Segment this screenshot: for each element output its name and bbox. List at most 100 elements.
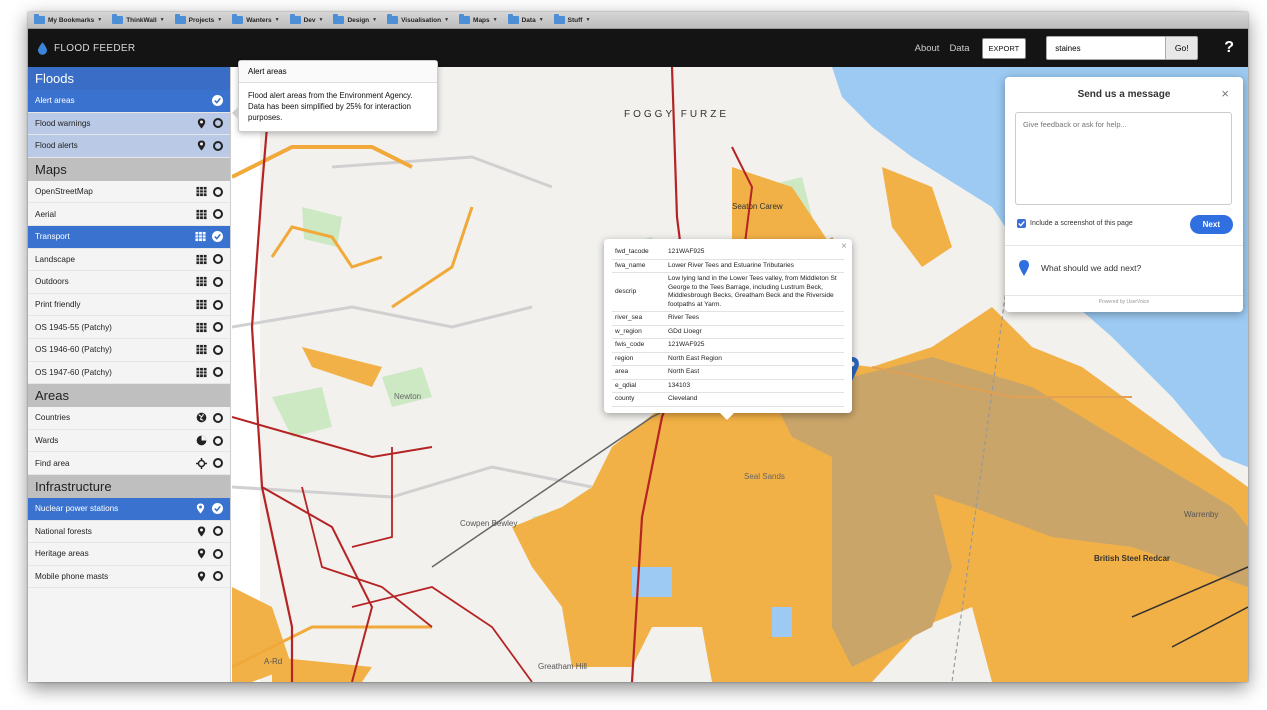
radio-toggle[interactable]	[213, 140, 223, 151]
search-input[interactable]	[1046, 36, 1167, 60]
radio-toggle[interactable]	[213, 299, 223, 310]
bookmark-data[interactable]: Data ▼	[507, 14, 544, 24]
feedback-panel: Send us a message × Include a screenshot…	[1005, 77, 1243, 312]
radio-toggle[interactable]	[213, 322, 223, 333]
radio-toggle[interactable]	[213, 526, 223, 537]
radio-toggle[interactable]	[213, 435, 223, 446]
sidebar-item-mobile-phone-masts[interactable]: Mobile phone masts	[28, 566, 230, 589]
attribute-value: Cleveland	[665, 392, 844, 407]
bookmark-label: Maps	[473, 16, 490, 24]
bookmark-label: My Bookmarks	[48, 16, 95, 24]
sidebar-item-flood-warnings[interactable]: Flood warnings	[28, 112, 230, 136]
radio-toggle[interactable]	[213, 412, 223, 423]
sidebar-item-find-area[interactable]: Find area	[28, 452, 230, 475]
attribute-value: 121WAF925	[665, 246, 844, 260]
bookmark-maps[interactable]: Maps ▼	[459, 14, 498, 24]
next-button[interactable]: Next	[1189, 215, 1233, 234]
radio-toggle[interactable]	[213, 186, 223, 197]
sidebar-item-os-1946-60-patchy[interactable]: OS 1946-60 (Patchy)	[28, 339, 230, 362]
feature-popup: × fwd_tacode 121WAF925 fwa_name Lower River…	[604, 239, 852, 419]
about-link[interactable]: About	[915, 43, 940, 54]
chevron-down-icon: ▼	[217, 17, 223, 23]
radio-toggle[interactable]	[213, 367, 223, 378]
bookmark-label: Visualisation	[401, 16, 442, 24]
chevron-down-icon: ▼	[274, 17, 280, 23]
data-link[interactable]: Data	[949, 43, 969, 54]
powered-by[interactable]: Powered by UserVoice	[1005, 299, 1243, 305]
sidebar-item-label: Heritage areas	[35, 549, 89, 559]
attribute-key: area	[612, 365, 665, 380]
attribute-key: w_region	[612, 325, 665, 339]
export-button[interactable]: EXPORT	[981, 37, 1027, 59]
radio-toggle[interactable]	[213, 276, 223, 287]
sidebar-item-label: Landscape	[35, 254, 76, 264]
section-header-floods[interactable]: Floods	[28, 67, 230, 90]
check-circle-icon[interactable]	[212, 231, 223, 243]
radio-toggle[interactable]	[213, 571, 223, 582]
sidebar-item-transport[interactable]: Transport	[28, 225, 230, 249]
sidebar-item-os-1945-55-patchy[interactable]: OS 1945-55 (Patchy)	[28, 316, 230, 339]
sidebar-item-label: Transport	[35, 232, 70, 242]
go-button[interactable]: Go!	[1166, 36, 1199, 60]
sidebar-item-wards[interactable]: Wards	[28, 430, 230, 453]
sidebar-item-label: Mobile phone masts	[35, 571, 109, 581]
idea-link[interactable]: What should we add next?	[1019, 260, 1141, 276]
sidebar-item-label: Flood warnings	[35, 118, 91, 128]
check-circle-icon[interactable]	[212, 503, 223, 515]
bookmark-wanters[interactable]: Wanters ▼	[232, 14, 280, 24]
radio-toggle[interactable]	[213, 209, 223, 220]
bookmark-design[interactable]: Design ▼	[333, 14, 377, 24]
sidebar-item-flood-alerts[interactable]: Flood alerts	[28, 135, 230, 158]
chevron-down-icon: ▼	[538, 17, 544, 23]
bookmark-dev[interactable]: Dev ▼	[289, 14, 323, 24]
sidebar-item-alert-areas[interactable]: Alert areas	[28, 90, 230, 113]
screenshot-option[interactable]: Include a screenshot of this page	[1017, 219, 1133, 228]
section-header-infrastructure[interactable]: Infrastructure	[28, 474, 230, 498]
bookmark-projects[interactable]: Projects ▼	[174, 14, 223, 24]
bookmark-stuff[interactable]: Stuff ▼	[553, 14, 590, 24]
section-header-maps[interactable]: Maps	[28, 157, 230, 181]
bookmark-my-bookmarks[interactable]: My Bookmarks ▼	[34, 14, 102, 24]
radio-toggle[interactable]	[213, 254, 223, 265]
sidebar-item-countries[interactable]: Countries	[28, 407, 230, 430]
radio-toggle[interactable]	[213, 458, 223, 469]
screenshot-checkbox[interactable]	[1017, 219, 1026, 228]
section-header-areas[interactable]: Areas	[28, 384, 230, 408]
feedback-textarea[interactable]	[1015, 112, 1232, 205]
map-label-cowpen: Cowpen Bewley	[460, 519, 518, 528]
folder-icon	[553, 14, 565, 24]
sidebar-item-print-friendly[interactable]: Print friendly	[28, 294, 230, 317]
bookmark-label: Stuff	[567, 16, 583, 24]
idea-pin-icon	[1019, 260, 1029, 276]
folder-icon	[289, 14, 301, 24]
sidebar-item-nuclear-power-stations[interactable]: Nuclear power stations	[28, 497, 230, 521]
bookmark-visualisation[interactable]: Visualisation ▼	[387, 14, 449, 24]
feedback-close-icon[interactable]: ×	[1221, 86, 1229, 101]
folder-icon	[112, 14, 124, 24]
table-row: fwa_name Lower River Tees and Estuarine T…	[612, 259, 844, 273]
sidebar-item-outdoors[interactable]: Outdoors	[28, 271, 230, 294]
sidebar-item-openstreetmap[interactable]: OpenStreetMap	[28, 181, 230, 204]
sidebar-item-aerial[interactable]: Aerial	[28, 203, 230, 226]
brand[interactable]: FLOOD FEEDER	[38, 41, 135, 55]
sidebar-item-os-1947-60-patchy[interactable]: OS 1947-60 (Patchy)	[28, 362, 230, 385]
map-label-british-steel: British Steel Redcar	[1094, 554, 1171, 563]
sidebar-item-national-forests[interactable]: National forests	[28, 521, 230, 544]
map-label-newton: Newton	[394, 392, 422, 401]
radio-toggle[interactable]	[213, 344, 223, 355]
table-row: region North East Region	[612, 352, 844, 366]
popup-close-icon[interactable]: ×	[841, 241, 847, 252]
check-circle-icon[interactable]	[212, 95, 223, 107]
sidebar-item-label: Wards	[35, 436, 59, 446]
bookmark-thinkwall[interactable]: ThinkWall ▼	[112, 14, 165, 24]
sidebar-item-label: Flood alerts	[35, 141, 78, 151]
grid-icon	[196, 209, 207, 220]
radio-toggle[interactable]	[213, 118, 223, 129]
help-button[interactable]: ?	[1224, 39, 1234, 57]
grid-icon	[195, 231, 206, 242]
sidebar-item-label: OS 1945-55 (Patchy)	[35, 322, 112, 332]
bookmarks-bar: My Bookmarks ▼ ThinkWall ▼ Projects ▼ Wanters ▼…	[28, 12, 1248, 29]
sidebar-item-landscape[interactable]: Landscape	[28, 249, 230, 272]
radio-toggle[interactable]	[213, 548, 223, 559]
sidebar-item-heritage-areas[interactable]: Heritage areas	[28, 543, 230, 566]
